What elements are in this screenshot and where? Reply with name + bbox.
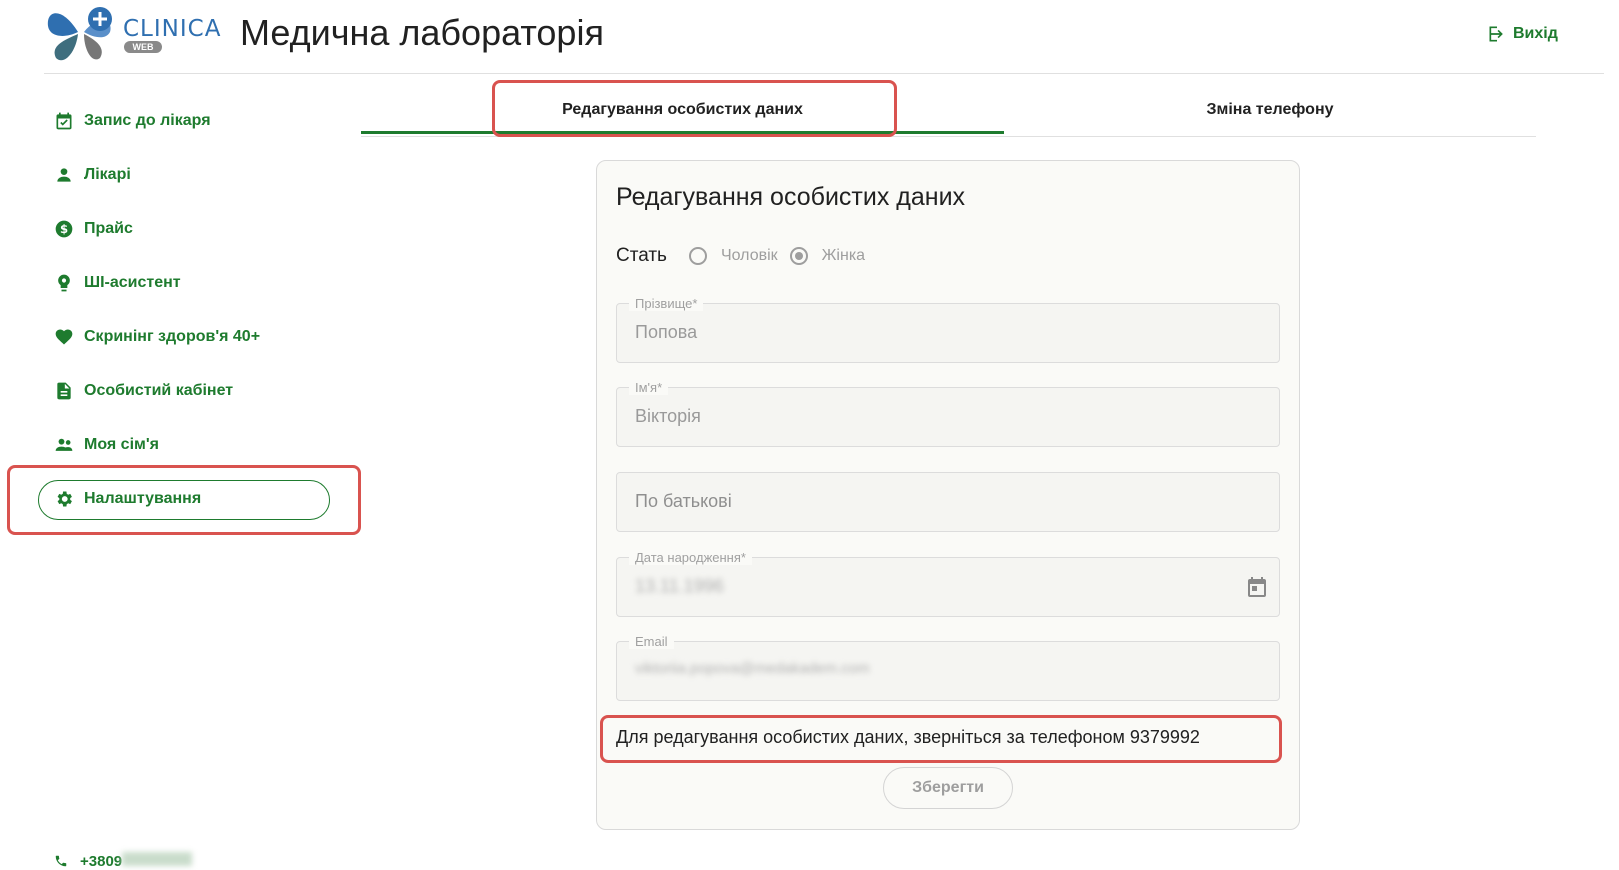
sidebar-item-label: Налаштування [84,490,202,507]
person-icon [57,168,71,182]
first-name-field[interactable]: Ім'я* Вікторія [616,380,1280,447]
field-value: viktoriia.popova@medakadem.com [635,660,870,677]
gender-group: Стать Чоловік Жінка [616,245,877,267]
sidebar-item-settings[interactable]: Налаштування [54,485,201,513]
phone-icon [55,855,67,867]
tab-active-indicator [361,131,1004,134]
edit-notice-text: Для редагування особистих даних, зверніт… [616,727,1200,747]
sidebar-item-label: Особистий кабінет [84,382,234,399]
sidebar-item-label: ШІ-асистент [84,274,181,291]
head-bulb-icon [58,274,70,292]
logout-label: Вихід [1513,25,1558,42]
email-field[interactable]: Email viktoriia.popova@medakadem.com [616,634,1280,701]
tab-label: Зміна телефону [1206,101,1334,118]
gear-icon [57,491,72,507]
calendar-icon[interactable] [1245,575,1269,599]
field-label: Ім'я* [629,380,669,395]
tab-change-phone[interactable]: Зміна телефону [1004,86,1536,134]
dollar-circle-icon: $ [55,220,73,238]
clinica-logo[interactable]: CLINICA WEB [44,2,224,64]
heart-icon [55,329,73,345]
form-title: Редагування особистих даних [616,183,966,211]
sidebar-item-family[interactable]: Моя сім'я [54,431,159,459]
field-value: Вікторія [635,406,701,426]
personal-data-card: Редагування особистих даних Стать Чолові… [596,160,1300,830]
document-icon [57,382,71,400]
calendar-check-icon [56,112,72,130]
phone-number: +3809 [80,853,123,870]
contact-phone[interactable]: +3809 [54,852,193,870]
birth-date-field[interactable]: Дата народження* 13.11.1996 [616,550,1280,617]
field-placeholder: По батькові [635,491,732,511]
patronymic-field[interactable]: По батькові [616,472,1280,532]
field-label: Дата народження* [629,550,752,565]
login-arrow-icon [1489,26,1503,42]
tab-edit-personal-data[interactable]: Редагування особистих даних [361,86,1004,134]
field-label: Email [629,634,674,649]
field-value: 13.11.1996 [635,576,724,596]
gender-label: Стать [616,245,667,266]
header-divider [44,73,1604,74]
field-value: Попова [635,322,698,342]
svg-text:$: $ [60,222,68,236]
sidebar-item-appointment[interactable]: Запис до лікаря [54,107,211,135]
app-header: CLINICA WEB Медична лабораторія Вихід [0,0,1619,76]
people-icon [55,438,73,451]
gender-radio-male[interactable] [688,247,707,265]
sidebar-item-personal-cabinet[interactable]: Особистий кабінет [54,377,233,405]
sidebar-item-ai-assistant[interactable]: ШІ-асистент [54,269,181,297]
sidebar-item-doctors[interactable]: Лікарі [54,161,131,189]
sidebar-item-label: Лікарі [84,166,131,183]
sidebar-item-label: Скринінг здоров'я 40+ [84,328,261,345]
sidebar-item-prices[interactable]: $ Прайс [54,215,133,243]
butterfly-logo-icon [47,7,112,61]
logo-sub-badge: WEB [124,41,162,53]
settings-tabs: Редагування особистих даних Зміна телефо… [361,86,1536,137]
page-title: Медична лабораторія [240,12,604,53]
save-button[interactable]: Зберегти [883,767,1013,809]
sidebar-item-screening[interactable]: Скринінг здоров'я 40+ [54,323,260,351]
sidebar-item-label: Моя сім'я [84,436,159,453]
gender-option-label: Чоловік [720,247,778,264]
logout-button[interactable]: Вихід [1487,24,1558,44]
phone-redacted [122,852,193,866]
field-label: Прізвище* [629,296,704,311]
last-name-field[interactable]: Прізвище* Попова [616,296,1280,363]
tab-label: Редагування особистих даних [562,101,803,118]
sidebar-item-label: Запис до лікаря [84,112,211,129]
sidebar-item-label: Прайс [84,220,133,237]
gender-option-label: Жінка [821,247,866,264]
logo-text: CLINICA [123,16,222,42]
gender-radio-female[interactable] [789,247,808,265]
